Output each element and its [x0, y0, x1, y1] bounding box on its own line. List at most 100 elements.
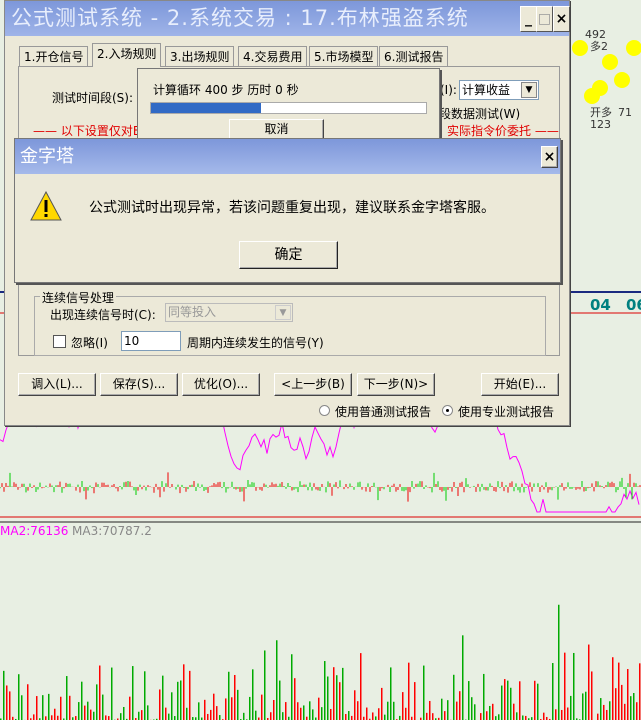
calc-label: (I):: [440, 83, 457, 97]
volume-bar: [279, 680, 281, 720]
volume-bar: [120, 713, 122, 720]
volume-bar: [408, 662, 410, 720]
volume-bar: [180, 680, 182, 720]
volume-bar: [534, 680, 536, 720]
volume-bar: [378, 708, 380, 720]
note-right: 实际指令价委托 ——: [447, 124, 559, 138]
period-label: 周期内连续发生的信号(Y): [187, 336, 324, 350]
cancel-button[interactable]: 取消: [229, 119, 324, 140]
volume-bar: [87, 701, 89, 720]
calc-select[interactable]: 计算收益 ▼: [459, 80, 539, 100]
group-title: 连续信号处理: [40, 289, 117, 306]
volume-bar: [102, 694, 104, 720]
volume-bar: [384, 714, 386, 720]
volume-bar: [390, 667, 392, 720]
volume-bar: [393, 701, 395, 720]
segment-test-option[interactable]: 段数据测试(W): [439, 105, 520, 122]
ignore-period-input[interactable]: 10: [121, 331, 181, 351]
volume-bar: [210, 709, 212, 720]
volume-bar: [456, 701, 458, 720]
optimize-button[interactable]: 优化(O)...: [182, 373, 260, 396]
volume-bar: [345, 713, 347, 720]
tab-trading-fees[interactable]: 4.交易费用: [238, 46, 308, 67]
volume-bar: [303, 705, 305, 720]
ok-button[interactable]: 确定: [239, 241, 338, 269]
volume-bar: [426, 712, 428, 720]
volume-bar: [555, 709, 557, 720]
tab-open-signal[interactable]: 1.开仓信号: [19, 46, 89, 67]
volume-bar: [381, 687, 383, 720]
ignore-checkbox[interactable]: [53, 335, 66, 348]
volume-bar: [144, 671, 146, 720]
volume-bar: [609, 701, 611, 720]
volume-bar: [57, 715, 59, 720]
volume-bar: [300, 707, 302, 720]
volume-bar: [249, 696, 251, 720]
volume-bar: [591, 671, 593, 720]
volume-bar: [252, 669, 254, 720]
load-button[interactable]: 调入(L)...: [18, 373, 96, 396]
volume-bar: [621, 684, 623, 720]
volume-bar: [42, 695, 44, 720]
volume-bar: [147, 705, 149, 720]
oscillator: [0, 472, 641, 502]
volume-bar: [273, 699, 275, 720]
volume-bar: [219, 715, 221, 720]
progress-bar: [150, 102, 427, 114]
volume-bar: [171, 692, 173, 720]
tab-exit-rules[interactable]: 3.出场规则: [165, 46, 235, 67]
volume-bar: [141, 710, 143, 720]
message-close-button[interactable]: ×: [541, 146, 558, 168]
volume-bar: [501, 685, 503, 720]
volume-bar: [603, 704, 605, 720]
prev-step-button[interactable]: <上一步(B): [274, 373, 352, 396]
volume-bar: [633, 693, 635, 720]
volume-bar: [564, 652, 566, 720]
minimize-button[interactable]: _: [520, 6, 537, 32]
radio-pro-report[interactable]: [442, 405, 453, 416]
tab-entry-rules[interactable]: 2.入场规则: [92, 43, 162, 67]
volume-bar: [243, 712, 245, 720]
volume-bar: [108, 716, 110, 720]
next-step-button[interactable]: 下一步(N)>: [357, 373, 435, 396]
side-label: 开多: [590, 105, 612, 119]
volume-bar: [162, 675, 164, 720]
volume-bar: [45, 716, 47, 720]
continuous-signal-group: 连续信号处理 出现连续信号时(C): 同等投入 ▼ 忽略(I) 10 周期内连续发…: [34, 289, 546, 356]
volume-bar: [588, 644, 590, 720]
volume-bar: [468, 681, 470, 720]
radio-normal-report[interactable]: [319, 405, 330, 416]
volume-bar: [159, 689, 161, 720]
chevron-down-icon: ▼: [521, 82, 537, 98]
volume-bar: [231, 697, 233, 720]
volume-bar: [639, 663, 641, 720]
volume-bar: [474, 704, 476, 720]
close-button[interactable]: ×: [553, 6, 570, 32]
volume-bar: [585, 691, 587, 720]
volume-bar: [459, 691, 461, 720]
volume-bar: [132, 666, 134, 720]
volume-bar: [189, 670, 191, 720]
volume-bar: [264, 650, 266, 720]
tab-market-model[interactable]: 5.市场模型: [309, 46, 379, 67]
volume-bar: [543, 712, 545, 720]
volume-bar: [462, 635, 464, 720]
save-button[interactable]: 保存(S)...: [100, 373, 178, 396]
volume-bar: [552, 663, 554, 720]
maximize-button[interactable]: □: [536, 6, 553, 32]
volume-bar: [612, 657, 614, 720]
volume-bar: [570, 695, 572, 720]
signal-select[interactable]: 同等投入 ▼: [165, 303, 293, 322]
start-button[interactable]: 开始(E)...: [481, 373, 559, 396]
volume-bar: [375, 716, 377, 720]
volume-bar: [6, 685, 8, 720]
volume-bar: [333, 667, 335, 720]
volume-bar: [324, 661, 326, 720]
volume-bar: [516, 712, 518, 720]
volume-bar: [573, 652, 575, 720]
volume-bar: [33, 714, 35, 720]
tab-test-report[interactable]: 6.测试报告: [379, 46, 449, 67]
progress-text: 计算循环 400 步 历时 0 秒: [153, 83, 299, 97]
volume-bar: [510, 687, 512, 720]
volume-bar: [402, 692, 404, 720]
